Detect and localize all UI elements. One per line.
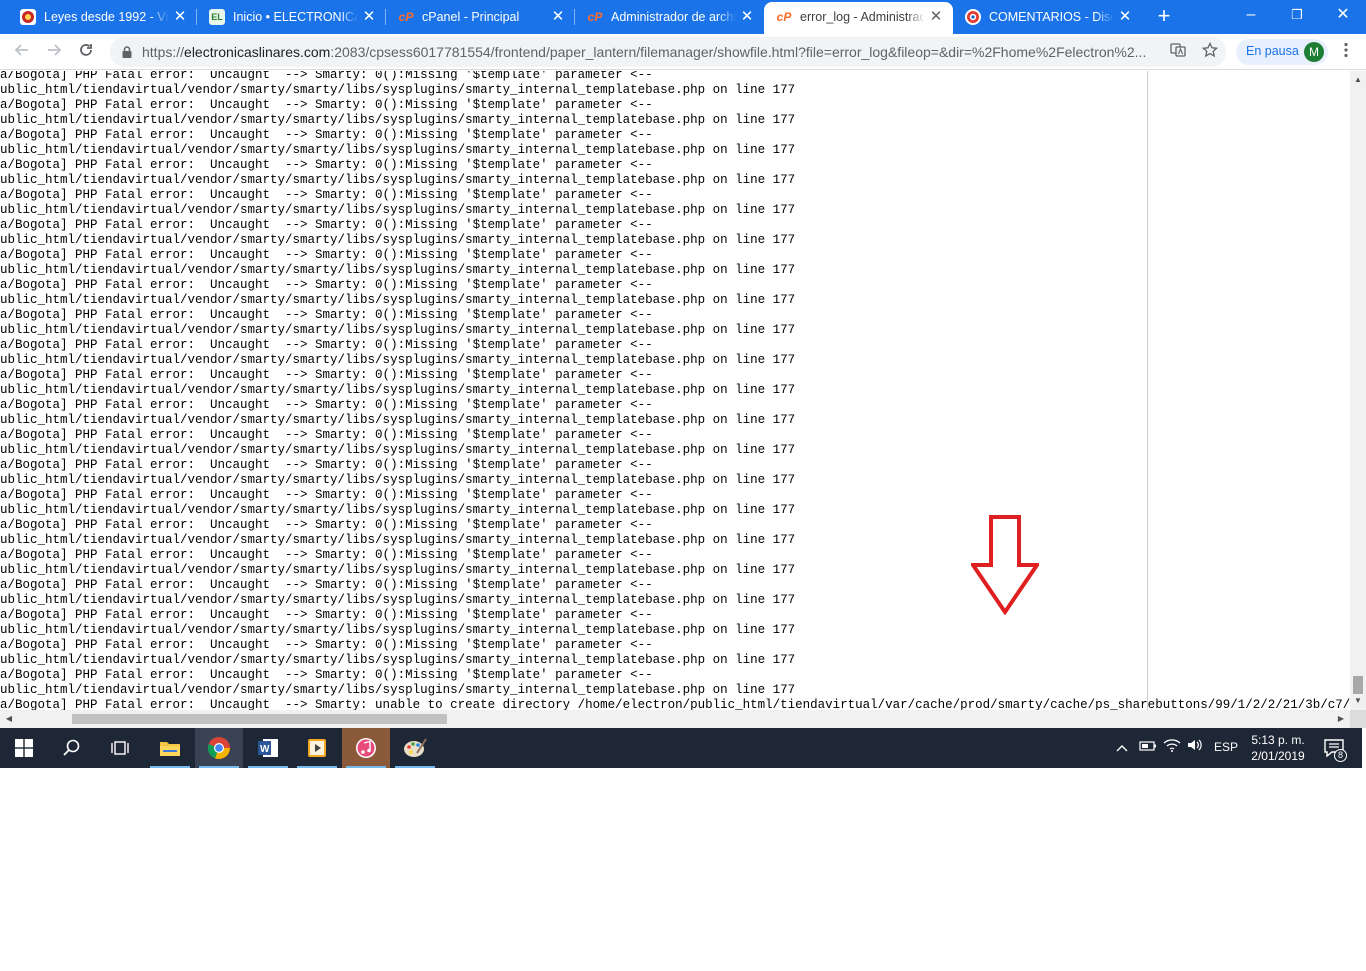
taskbar-file-explorer[interactable] — [146, 728, 194, 768]
bookmark-star-icon[interactable] — [1200, 41, 1220, 62]
tab-title: cPanel - Principal — [422, 10, 520, 24]
reload-button[interactable] — [72, 38, 100, 66]
tab-cpanel-principal[interactable]: cP cPanel - Principal ✕ — [386, 0, 575, 34]
tab-comentarios[interactable]: COMENTARIOS - Discu ✕ — [953, 0, 1142, 34]
tab-title: Administrador de archiv — [611, 10, 735, 24]
start-button[interactable] — [0, 728, 48, 768]
wifi-icon[interactable] — [1162, 738, 1182, 758]
scroll-left-icon[interactable]: ◀ — [2, 710, 16, 728]
language-indicator[interactable]: ESP — [1214, 740, 1238, 754]
sync-paused-label: En pausa — [1246, 44, 1299, 58]
red-down-arrow-icon — [971, 515, 1039, 615]
electronicas-favicon-icon: EL — [209, 9, 225, 25]
tab-title: error_log - Administrad — [800, 10, 924, 24]
taskbar-paint[interactable] — [391, 728, 439, 768]
chrome-icon — [207, 737, 230, 759]
horizontal-scroll-thumb[interactable] — [72, 714, 447, 724]
svg-text:W: W — [260, 744, 270, 755]
folder-icon — [160, 742, 180, 756]
taskbar-media-player[interactable] — [293, 728, 341, 768]
clock-time: 5:13 p. m. — [1251, 733, 1305, 747]
taskbar-word[interactable]: W — [244, 728, 292, 768]
close-tab-icon[interactable]: ✕ — [549, 8, 567, 26]
horizontal-scrollbar[interactable]: ◀ ▶ — [0, 710, 1350, 728]
task-view-button[interactable] — [96, 728, 144, 768]
clock-date: 2/01/2019 — [1251, 749, 1305, 763]
sync-paused-button[interactable]: En pausa M — [1236, 39, 1328, 65]
music-note-icon — [356, 738, 376, 758]
chevron-up-icon[interactable] — [1112, 738, 1132, 758]
notification-count-badge: 8 — [1334, 749, 1347, 762]
back-arrow-icon — [14, 44, 28, 56]
url-scheme: https:// — [142, 44, 185, 60]
close-tab-icon[interactable]: ✕ — [1116, 8, 1134, 26]
more-vertical-icon — [1344, 42, 1348, 58]
cpanel-favicon-icon: cP — [398, 10, 414, 24]
close-tab-icon[interactable]: ✕ — [171, 8, 189, 26]
close-tab-icon[interactable]: ✕ — [738, 8, 756, 26]
windows-taskbar: W ESP 5:13 p. m. 2/01/2019 8 — [0, 728, 1362, 768]
scroll-right-icon[interactable]: ▶ — [1334, 710, 1348, 728]
tab-title: Inicio • ELECTRONICAS — [233, 10, 357, 24]
volume-icon[interactable] — [1185, 738, 1205, 758]
lock-icon[interactable] — [120, 45, 134, 59]
new-tab-button[interactable]: + — [1152, 5, 1176, 29]
law-site-favicon-icon — [20, 9, 36, 25]
taskbar-clock[interactable]: 5:13 p. m. 2/01/2019 — [1244, 732, 1312, 764]
restore-button[interactable]: ❐ — [1274, 0, 1320, 30]
cpanel-favicon-icon: cP — [776, 10, 792, 24]
back-button[interactable] — [8, 38, 36, 66]
url-host: electronicaslinares.com — [184, 44, 331, 60]
tab-error-log[interactable]: cP error_log - Administrad ✕ — [764, 2, 953, 34]
close-window-button[interactable]: ✕ — [1320, 0, 1366, 30]
taskbar-itunes[interactable] — [342, 728, 390, 768]
address-bar[interactable]: https://electronicaslinares.com:2083/cps… — [110, 37, 1226, 67]
search-icon — [63, 739, 80, 756]
paint-palette-icon — [404, 738, 427, 757]
close-tab-icon[interactable]: ✕ — [927, 8, 945, 26]
word-icon: W — [258, 739, 278, 757]
browser-toolbar: https://electronicaslinares.com:2083/cps… — [0, 34, 1366, 70]
task-view-icon — [111, 741, 129, 755]
tab-title: Leyes desde 1992 - Vig — [44, 10, 168, 24]
scroll-down-icon[interactable]: ▼ — [1350, 694, 1366, 708]
tab-title: COMENTARIOS - Discu — [989, 10, 1113, 24]
pane-divider — [1147, 71, 1148, 710]
tab-administrador-archivos[interactable]: cP Administrador de archiv ✕ — [575, 0, 764, 34]
reload-icon — [80, 44, 92, 56]
url-text[interactable]: https://electronicaslinares.com:2083/cps… — [142, 44, 1162, 60]
translate-icon[interactable] — [1168, 42, 1188, 62]
cpanel-favicon-icon: cP — [587, 10, 603, 24]
forward-button[interactable] — [40, 38, 68, 66]
chrome-menu-button[interactable] — [1334, 38, 1358, 66]
vertical-scroll-thumb[interactable] — [1353, 676, 1363, 694]
minimize-button[interactable]: – — [1228, 0, 1274, 30]
tab-strip: Leyes desde 1992 - Vig ✕ EL Inicio • ELE… — [0, 0, 1366, 34]
tab-inicio-electronicas[interactable]: EL Inicio • ELECTRONICAS ✕ — [197, 0, 386, 34]
battery-icon[interactable] — [1138, 738, 1158, 758]
scroll-up-icon[interactable]: ▲ — [1350, 73, 1366, 87]
discussion-favicon-icon — [965, 9, 981, 25]
media-player-icon — [308, 739, 326, 757]
forward-arrow-icon — [48, 44, 62, 56]
search-button[interactable] — [48, 728, 96, 768]
taskbar-chrome[interactable] — [195, 728, 243, 768]
close-tab-icon[interactable]: ✕ — [360, 8, 378, 26]
vertical-scrollbar[interactable]: ▲ ▼ — [1350, 71, 1366, 710]
tab-leyes[interactable]: Leyes desde 1992 - Vig ✕ — [8, 0, 197, 34]
url-path: :2083/cpsess6017781554/frontend/paper_la… — [330, 44, 1147, 60]
error-log-viewer: a/Bogota] PHP Fatal error: Uncaught --> … — [0, 71, 1350, 710]
avatar: M — [1304, 42, 1324, 62]
scrollbar-corner — [1350, 710, 1366, 728]
windows-logo-icon — [15, 739, 33, 757]
